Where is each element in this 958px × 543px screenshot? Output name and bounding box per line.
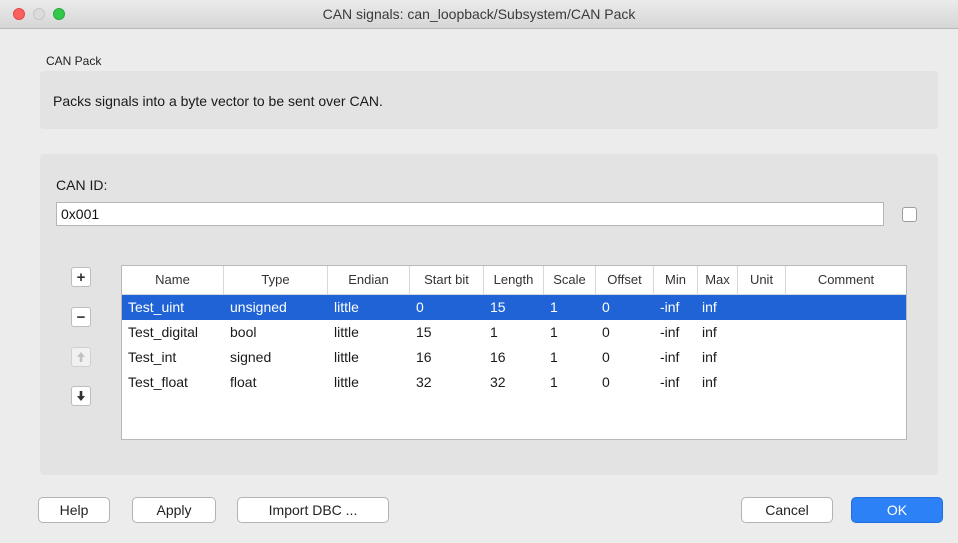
cell-scale: 1: [550, 374, 558, 390]
table-row[interactable]: Test_uint unsigned little 0 15 1 0 -inf …: [122, 295, 906, 320]
arrow-up-icon: [77, 352, 85, 362]
cell-unit: [738, 295, 786, 320]
cell-length: 15: [490, 299, 506, 315]
title-bar[interactable]: CAN signals: can_loopback/Subsystem/CAN …: [0, 0, 958, 29]
cell-comment: [786, 345, 906, 370]
cell-scale: 1: [550, 324, 558, 340]
cell-min: -inf: [660, 374, 680, 390]
column-header-min[interactable]: Min: [654, 266, 698, 294]
cell-name: Test_digital: [128, 324, 199, 340]
table-header: Name Type Endian Start bit Length Scale …: [122, 266, 906, 295]
cell-endian: little: [334, 299, 359, 315]
cell-comment: [786, 370, 906, 395]
cell-min: -inf: [660, 299, 680, 315]
column-header-start-bit[interactable]: Start bit: [410, 266, 484, 294]
table-row[interactable]: Test_float float little 32 32 1 0 -inf i…: [122, 370, 906, 395]
table-row[interactable]: Test_digital bool little 15 1 1 0 -inf i…: [122, 320, 906, 345]
cell-unit: [738, 320, 786, 345]
window-title: CAN signals: can_loopback/Subsystem/CAN …: [322, 6, 636, 22]
description-text: Packs signals into a byte vector to be s…: [53, 93, 383, 109]
remove-signal-button[interactable]: −: [71, 307, 91, 327]
move-down-button[interactable]: [71, 386, 91, 406]
cell-name: Test_uint: [128, 299, 185, 315]
cell-type: float: [230, 374, 257, 390]
column-header-max[interactable]: Max: [698, 266, 738, 294]
cell-name: Test_float: [128, 374, 188, 390]
can-id-label: CAN ID:: [56, 177, 108, 193]
cell-type: signed: [230, 349, 272, 365]
apply-button[interactable]: Apply: [132, 497, 216, 523]
cell-min: -inf: [660, 349, 680, 365]
parameters-panel: CAN ID: + − Name Type Endian Start bit L…: [40, 154, 938, 475]
cell-max: inf: [702, 349, 717, 365]
column-header-comment[interactable]: Comment: [786, 266, 906, 294]
plus-icon: +: [76, 268, 86, 286]
cell-endian: little: [334, 349, 359, 365]
cell-endian: little: [334, 374, 359, 390]
cell-min: -inf: [660, 324, 680, 340]
minus-icon: −: [76, 308, 86, 326]
cell-start-bit: 0: [416, 299, 424, 315]
column-header-unit[interactable]: Unit: [738, 266, 786, 294]
cancel-button[interactable]: Cancel: [741, 497, 833, 523]
table-row[interactable]: Test_int signed little 16 16 1 0 -inf in…: [122, 345, 906, 370]
cell-length: 1: [490, 324, 498, 340]
ok-button[interactable]: OK: [851, 497, 943, 523]
cell-type: unsigned: [230, 299, 287, 315]
can-id-input[interactable]: [56, 202, 884, 226]
column-header-type[interactable]: Type: [224, 266, 328, 294]
import-dbc-button[interactable]: Import DBC ...: [237, 497, 389, 523]
arrow-down-icon: [77, 391, 85, 401]
can-id-checkbox[interactable]: [902, 207, 917, 222]
column-header-name[interactable]: Name: [122, 266, 224, 294]
cell-endian: little: [334, 324, 359, 340]
cell-max: inf: [702, 299, 717, 315]
cell-max: inf: [702, 324, 717, 340]
cell-unit: [738, 370, 786, 395]
cell-start-bit: 15: [416, 324, 432, 340]
cell-max: inf: [702, 374, 717, 390]
column-header-length[interactable]: Length: [484, 266, 544, 294]
cell-name: Test_int: [128, 349, 177, 365]
cell-offset: 0: [602, 349, 610, 365]
cell-offset: 0: [602, 374, 610, 390]
description-panel: Packs signals into a byte vector to be s…: [40, 71, 938, 129]
cell-unit: [738, 345, 786, 370]
cell-start-bit: 32: [416, 374, 432, 390]
column-header-endian[interactable]: Endian: [328, 266, 410, 294]
cell-offset: 0: [602, 299, 610, 315]
column-header-offset[interactable]: Offset: [596, 266, 654, 294]
group-label: CAN Pack: [46, 54, 102, 68]
help-button[interactable]: Help: [38, 497, 110, 523]
signals-table[interactable]: Name Type Endian Start bit Length Scale …: [121, 265, 907, 440]
cell-scale: 1: [550, 299, 558, 315]
column-header-scale[interactable]: Scale: [544, 266, 596, 294]
cell-scale: 1: [550, 349, 558, 365]
move-up-button[interactable]: [71, 347, 91, 367]
cell-offset: 0: [602, 324, 610, 340]
cell-length: 16: [490, 349, 506, 365]
add-signal-button[interactable]: +: [71, 267, 91, 287]
cell-start-bit: 16: [416, 349, 432, 365]
cell-comment: [786, 295, 906, 320]
cell-length: 32: [490, 374, 506, 390]
cell-comment: [786, 320, 906, 345]
cell-type: bool: [230, 324, 257, 340]
